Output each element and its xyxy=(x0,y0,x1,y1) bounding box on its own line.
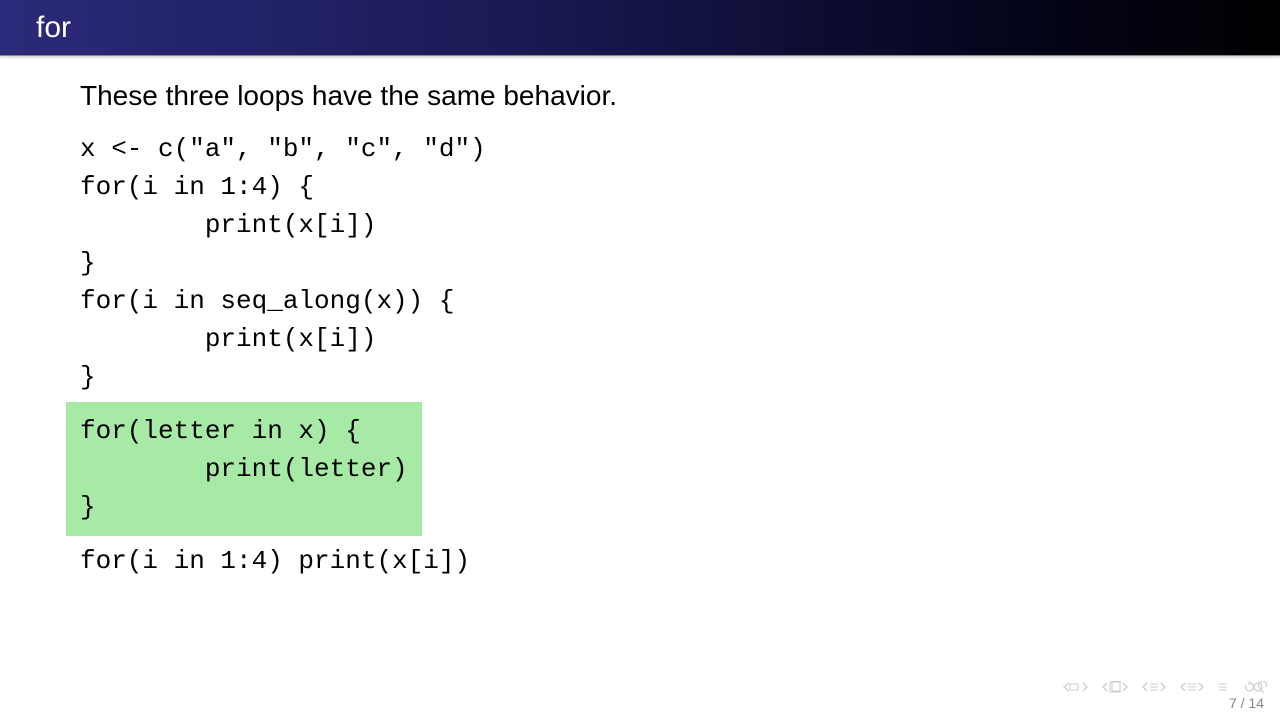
code-loop3-l2: print(letter) xyxy=(80,450,408,488)
nav-forward-icon[interactable] xyxy=(1180,682,1204,692)
code-loop1-l3: } xyxy=(80,244,1280,282)
code-line-assign: x <- c("a", "b", "c", "d") xyxy=(80,130,1280,168)
page-number: 7 / 14 xyxy=(1063,694,1268,712)
slide-title: for xyxy=(36,11,71,45)
code-loop3-l1: for(letter in x) { xyxy=(80,412,408,450)
code-loop3-l3: } xyxy=(80,488,408,526)
slide-content: These three loops have the same behavior… xyxy=(0,56,1280,580)
nav-cycle-icon[interactable] xyxy=(1242,681,1268,693)
code-loop1-l2: print(x[i]) xyxy=(80,206,1280,244)
highlighted-code-block: for(letter in x) { print(letter) } xyxy=(66,402,422,536)
code-loop1-l1: for(i in 1:4) { xyxy=(80,168,1280,206)
nav-footer: 7 / 14 xyxy=(1063,681,1268,712)
nav-first-icon[interactable] xyxy=(1063,682,1088,692)
code-loop4: for(i in 1:4) print(x[i]) xyxy=(80,542,1280,580)
nav-icons-row xyxy=(1063,681,1268,693)
nav-back-icon[interactable] xyxy=(1142,682,1166,692)
intro-text: These three loops have the same behavior… xyxy=(80,80,1280,112)
code-loop2-l1: for(i in seq_along(x)) { xyxy=(80,282,1280,320)
code-loop2-l2: print(x[i]) xyxy=(80,320,1280,358)
nav-prev-icon[interactable] xyxy=(1102,681,1128,693)
code-loop2-l3: } xyxy=(80,358,1280,396)
title-bar: for xyxy=(0,0,1280,56)
nav-outline-icon[interactable] xyxy=(1218,682,1228,692)
